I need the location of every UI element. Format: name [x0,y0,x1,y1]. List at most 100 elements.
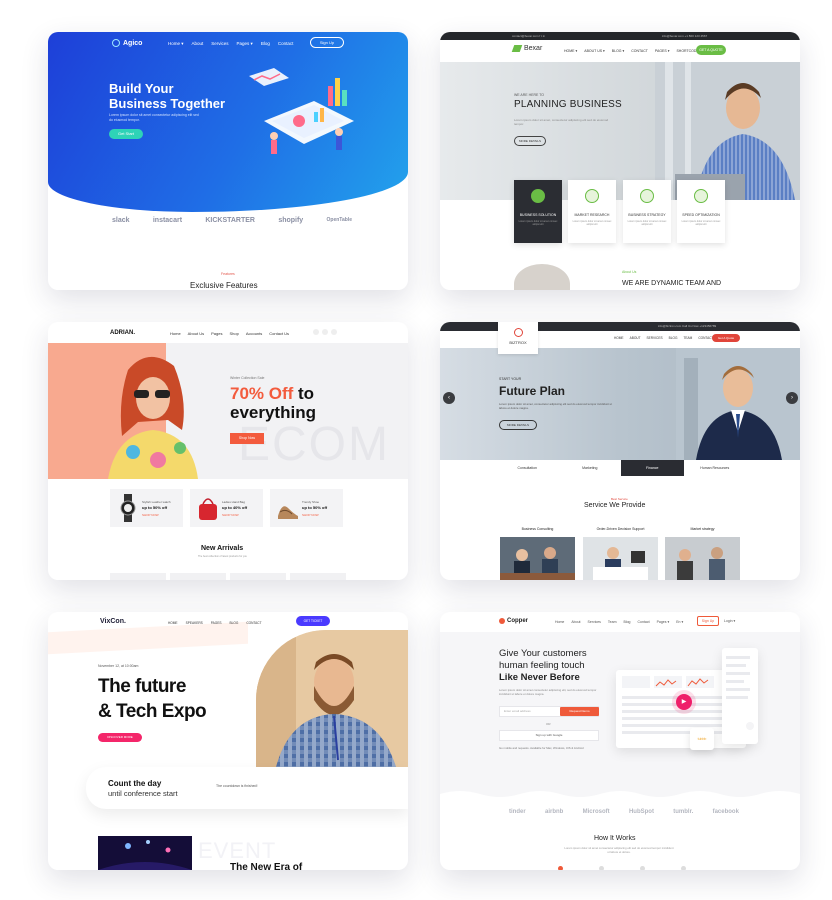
service-card[interactable]: BUSINESS STRATEGY Lorem ipsum dolor sit … [623,180,671,243]
product-tile[interactable] [230,573,286,580]
signup-button[interactable]: Sign Up [697,616,719,626]
logo[interactable]: Bexar [511,45,542,52]
nav-item[interactable]: Home ▾ [168,41,184,47]
nav-item[interactable]: CONTACT [246,621,261,625]
play-icon[interactable]: ▶ [676,694,692,710]
get-quote-button[interactable]: GET A QUOTE [696,45,726,55]
nav-item[interactable]: PAGES [211,621,222,625]
slider-prev-icon[interactable]: ‹ [443,392,455,404]
service-card[interactable]: SPEED OPTIMIZATION Lorem ipsum dolor sit… [677,180,725,243]
nav-item[interactable]: BLOG [230,621,239,625]
service-card[interactable]: BUSINESS SOLUTION Lorem ipsum dolor sit … [514,180,562,243]
nav-item[interactable]: HOME [168,621,178,625]
tab-human-resources[interactable]: Human Resources [684,460,747,476]
google-signup-button[interactable]: Sign up with Google [499,730,599,741]
nav-item[interactable]: About Us [188,331,204,336]
template-card-adrian[interactable]: ADRIAN. Home About Us Pages Shop Account… [48,322,408,580]
brand-logo: shopify [278,217,304,224]
isometric-illustration [249,68,354,154]
nav-item[interactable]: Home [555,620,564,624]
nav-item[interactable]: Pages ▾ [657,620,670,624]
nav-item[interactable]: SPEAKERS [186,621,203,625]
promo-card-watch[interactable]: Stylish Leather watch up to 50% off SHOP… [110,489,183,527]
nav-item[interactable]: About [571,620,580,624]
brand-logo: facebook [712,809,739,815]
nav-item[interactable]: BLOG [669,336,678,340]
nav-item[interactable]: HOME [614,336,624,340]
hero-subtext: Lorem ipsum dolor sit amet consectetur a… [109,113,199,122]
product-tile[interactable] [290,573,346,580]
nav-item[interactable]: CONTACT [631,49,648,53]
template-card-copper[interactable]: Copper Home About Services Team Blog Con… [440,612,800,870]
main-nav: Home About Services Team Blog Contact Pa… [555,620,683,624]
get-quote-button[interactable]: Get A Quote [712,334,740,342]
nav-item[interactable]: About [192,41,204,47]
brand-logos: tinder airbnb Microsoft HubSpot tumblr. … [509,809,739,815]
tab-finance[interactable]: Finance [621,460,684,476]
nav-item[interactable]: Services [588,620,601,624]
top-bar [440,322,800,331]
discover-more-button[interactable]: DISCOVER MORE [98,733,142,742]
nav-item[interactable]: SERVICES [647,336,663,340]
search-icon[interactable] [313,329,319,335]
main-nav: HOME SPEAKERS PAGES BLOG CONTACT [168,621,262,625]
more-details-button[interactable]: MORE DETAILS [514,136,546,146]
signup-button[interactable]: Sign Up [310,37,344,48]
nav-item[interactable]: ABOUT US ▾ [584,49,605,53]
watch-image [120,494,136,522]
template-card-bexar[interactable]: contact@bexar.com f t in info@bexar.com … [440,32,800,290]
nav-item[interactable]: Services [211,41,228,47]
language-select[interactable]: En ▾ [676,620,683,624]
nav-item[interactable]: Blog [261,41,270,47]
get-start-button[interactable]: Get Start [109,129,143,139]
nav-item[interactable]: PAGES ▾ [655,49,670,53]
nav-item[interactable]: Blog [623,620,630,624]
section-title: The New Era of [230,862,303,870]
nav-item[interactable]: Team [608,620,617,624]
nav-item[interactable]: BLOG ▾ [612,49,624,53]
nav-item[interactable]: HOME ▾ [564,49,577,53]
service-card[interactable]: MARKET RESEARCH Lorem ipsum dolor sit am… [568,180,616,243]
nav-item[interactable]: Pages ▾ [237,41,253,47]
tab-consultation[interactable]: Consultation [496,460,559,476]
shop-now-button[interactable]: Shop Now [230,433,264,444]
logo[interactable]: VixCon. [100,618,126,625]
login-menu[interactable]: Login ▾ [724,619,735,623]
nav-item[interactable]: Contact [638,620,650,624]
project-image [583,537,658,580]
topbar-contact: info@biztrox.com Call Us Now +123456789 [658,324,717,328]
nav-item[interactable]: Shop [229,331,238,336]
more-details-button[interactable]: MORE DETAILS [499,420,537,430]
nav-item[interactable]: Contact [278,41,294,47]
logo[interactable]: BIZTROX [498,322,538,354]
top-bar [440,32,800,40]
promo-card-bag[interactable]: Ladies Hand Bag up to 40% off SHOP NOW [190,489,263,527]
template-card-agico[interactable]: Agico Home ▾ About Services Pages ▾ Blog… [48,32,408,290]
logo[interactable]: Agico [112,39,142,47]
nav-item[interactable]: Contact Us [269,331,289,336]
logo[interactable]: Copper [499,618,528,624]
nav-item[interactable]: ABOUT [630,336,641,340]
businessman-photo [676,348,800,460]
cart-icon[interactable] [322,329,328,335]
main-nav: Home About Us Pages Shop Accounts Contac… [170,331,289,336]
project-card[interactable]: Market strategy [665,527,740,580]
nav-item[interactable]: Accounts [246,331,262,336]
promo-card-shoe[interactable]: Trendy Shoe up to 50% off SHOP NOW [270,489,343,527]
get-ticket-button[interactable]: GET TICKET [296,616,330,626]
nav-item[interactable]: Home [170,331,181,336]
logo[interactable]: ADRIAN. [110,330,135,336]
nav-item[interactable]: TEAM [683,336,692,340]
template-card-biztrox[interactable]: info@biztrox.com Call Us Now +123456789 … [440,322,800,580]
brand-logo: tumblr. [673,809,694,815]
tab-marketing[interactable]: Marketing [559,460,622,476]
request-demo-button[interactable]: Request Demo [560,707,599,716]
product-tile[interactable] [110,573,166,580]
project-card[interactable]: Business Consulting [500,527,575,580]
nav-item[interactable]: Pages [211,331,222,336]
project-card[interactable]: Order-Driven Decision Support [583,527,658,580]
template-card-vixcon[interactable]: VixCon. HOME SPEAKERS PAGES BLOG CONTACT… [48,612,408,870]
slider-next-icon[interactable]: › [786,392,798,404]
user-icon[interactable] [331,329,337,335]
product-tile[interactable] [170,573,226,580]
